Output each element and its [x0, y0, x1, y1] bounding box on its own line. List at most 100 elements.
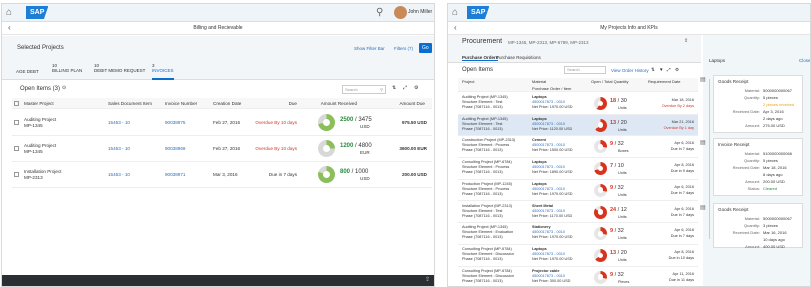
table-row[interactable]: Consulting Project (MP-6784) Structure El… [458, 245, 698, 267]
table-row[interactable]: Construction Project (MP-2313) Structure … [458, 136, 698, 159]
field-value: 5000000000067 [763, 216, 792, 221]
share-icon[interactable]: ⇪ [684, 38, 688, 44]
table-row[interactable]: Installation Project (MP-2313) Structure … [458, 202, 698, 224]
field-value: 400.00 USD [763, 244, 785, 249]
row-checkbox[interactable] [14, 172, 19, 177]
column-header: Amount Due [399, 101, 425, 106]
view-order-history-link[interactable]: View Order History [611, 68, 649, 73]
home-icon[interactable]: ⌂ [452, 7, 464, 19]
total-quantity: 20 [620, 249, 627, 256]
filter-icon[interactable]: ▼ [659, 67, 663, 72]
table-row[interactable]: Auditing Project (MP-1345) Structure Elem… [458, 93, 698, 115]
flow-card[interactable]: ▤ Invoice Receipt Material: 5100000000066 Qu… [700, 138, 803, 196]
phase: Phase (7087116 - 0013) [462, 126, 503, 131]
due-status: Overdue By 10 days [255, 146, 297, 151]
filters-link[interactable]: Filters (7) [394, 46, 413, 51]
tab-label: DEBIT MEMO REQUEST [94, 68, 146, 73]
search-input[interactable]: Search [564, 66, 606, 74]
flow-card[interactable]: ▤ Goods Receipt Material: 5000000000067 Quan… [700, 203, 803, 249]
table-row[interactable]: Auditing Project MP-1345 15453 - 10 9003897… [12, 110, 432, 136]
total-quantity: 32 [617, 228, 624, 235]
gear-icon[interactable]: ⚙ [414, 85, 418, 91]
group-icon[interactable]: ⤢ [667, 67, 671, 72]
settings-small-icon[interactable]: ⊙ [62, 85, 66, 91]
phase: Phase (7087116 - 0013) [462, 105, 503, 109]
search-input[interactable]: Search ⚲ [342, 85, 386, 94]
project-id: MP-2313 [24, 175, 43, 180]
table-row[interactable]: Consulting Project (MP-6784) Structure El… [458, 158, 698, 180]
purchase-orders-table: Project Material Open / Total Quantity Requ… [458, 78, 698, 286]
open-total-quantity: 13 / 20 [610, 119, 627, 126]
gear-icon[interactable]: ⚙ [675, 67, 679, 73]
go-button[interactable]: Go [419, 43, 432, 53]
due-status: Overdue By 10 days [255, 120, 297, 125]
sort-icon[interactable]: ⇅ [651, 67, 655, 73]
due-status: Due in 9 days [670, 169, 694, 174]
back-icon[interactable]: ‹ [8, 22, 11, 34]
share-icon[interactable]: ⇪ [425, 276, 430, 283]
row-checkbox[interactable] [14, 146, 19, 151]
open-total-quantity: 18 / 30 [610, 98, 627, 104]
invoice-number-link[interactable]: 90038975 [165, 120, 185, 126]
table-row[interactable]: Auditing Project MP-1345 15453 - 10 9003896… [12, 136, 432, 162]
table-row[interactable]: Auditing Project (MP-1345) Structure Elem… [458, 223, 698, 245]
table-row[interactable]: Production Project (MP-1245) Structure El… [458, 180, 698, 202]
sales-document-link[interactable]: 15453 - 10 [108, 146, 130, 152]
field-label: Material: [744, 88, 760, 93]
card-title: Goods Receipt [718, 79, 749, 84]
search-field-icon[interactable]: ⚲ [380, 86, 383, 93]
sales-document-link[interactable]: 15453 - 10 [108, 120, 130, 126]
field-label: Received Date: [732, 109, 760, 114]
received-total: 1000 [355, 169, 369, 175]
field-label: Quantity: [743, 158, 760, 163]
table-row[interactable]: Auditing Project (MP-1345) Structure Elem… [458, 114, 698, 137]
due-status: Overdue By 2 days [661, 104, 694, 108]
invoice-number-link[interactable]: 90038969 [165, 146, 185, 152]
home-icon[interactable]: ⌂ [6, 7, 18, 19]
document-icon: ▤ [700, 140, 706, 146]
tab-age-debt[interactable]: AGE DEBT [16, 63, 39, 80]
donut-hole [597, 165, 604, 172]
field-value: Cleared [763, 186, 778, 191]
expand-icon[interactable]: ⤢ [403, 85, 407, 91]
back-icon[interactable]: ‹ [454, 22, 457, 34]
due-status: Due in 7 days [670, 147, 694, 152]
procurement-title: Procurement [462, 38, 503, 45]
open-total-quantity: 9 / 32 [610, 228, 624, 235]
avatar[interactable] [394, 6, 407, 19]
user-name[interactable]: John Miller [408, 9, 432, 15]
flow-card[interactable]: ▤ Goods Receipt Material: 5000000000067 Quan… [700, 75, 803, 133]
tab-purchase-requisitions[interactable]: Purchase Requisitions [496, 55, 541, 60]
field-label: Quantity: [743, 95, 760, 100]
app-title-bar: ‹ My Projects Info and KPIs [448, 22, 810, 35]
search-icon[interactable]: ⚲ [376, 7, 383, 18]
table-row[interactable]: Consulting Project (MP-6784) Structure El… [458, 267, 698, 286]
total-quantity: 32 [617, 184, 624, 191]
tab-invoices[interactable]: 3 INVOICES [152, 63, 174, 80]
select-all-checkbox[interactable] [14, 101, 19, 106]
row-checkbox[interactable] [14, 120, 19, 125]
sort-icon[interactable]: ⇅ [392, 85, 396, 91]
currency: EUR [360, 150, 370, 155]
progress-donut [594, 97, 607, 110]
net-price: Net Price: 1970.00 USD [532, 235, 573, 240]
card-title: Invoice Receipt [718, 142, 750, 147]
sales-document-link[interactable]: 15453 - 10 [108, 172, 130, 178]
timeline-line [709, 79, 710, 239]
progress-donut [594, 227, 607, 241]
tab-debit-memo-request[interactable]: 10 DEBIT MEMO REQUEST [94, 63, 145, 80]
field-value: 3 pieces [763, 223, 778, 228]
amount-due: 975.50 USD [401, 120, 427, 125]
close-link[interactable]: Close [799, 58, 810, 63]
tab-billing-plan[interactable]: 10 BILLING PLAN [52, 63, 82, 80]
table-header-row: Master Project Sales Document Item Invoice… [12, 98, 432, 109]
tab-purchase-orders[interactable]: Purchase Orders [462, 55, 499, 61]
invoice-number-link[interactable]: 90038971 [165, 172, 185, 178]
due-status: Due in 7 days [670, 212, 694, 217]
amount-received: 2500 / 3475 [340, 117, 372, 123]
table-row[interactable]: Installation Project MP-2313 15453 - 10 900… [12, 162, 432, 188]
phase: Phase (7087116 - 0013) [462, 191, 503, 196]
show-filter-bar-link[interactable]: Show Filter Bar [354, 46, 385, 51]
column-subheader: Purchase Order / Item [532, 86, 572, 91]
open-total-quantity: 13 / 20 [610, 249, 627, 256]
